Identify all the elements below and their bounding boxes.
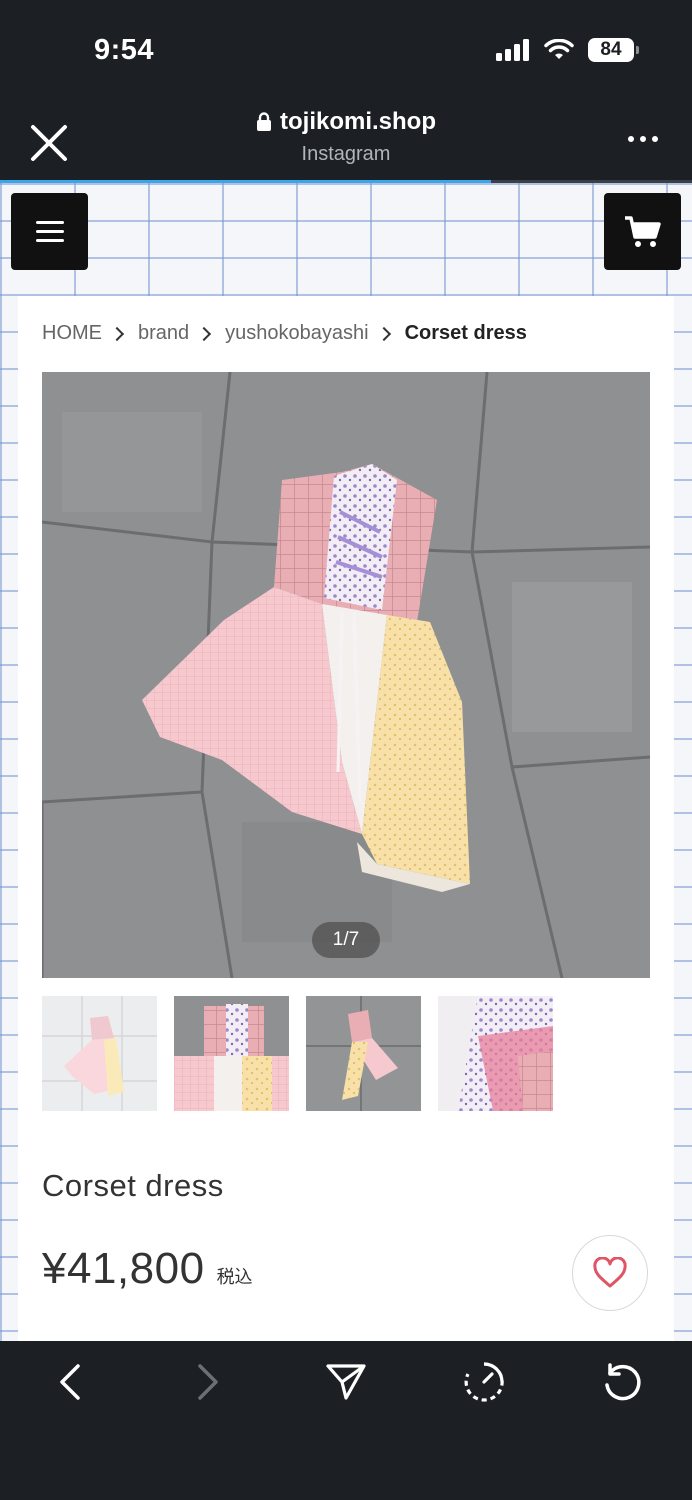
status-bar: 9:54 84 <box>0 0 692 100</box>
tax-label: 税込 <box>216 1267 253 1287</box>
breadcrumb: HOME brand yushokobayashi Corset dress <box>42 322 527 345</box>
product-title: Corset dress <box>42 1168 224 1203</box>
reload-icon <box>605 1363 641 1401</box>
cart-icon <box>624 215 661 247</box>
wifi-icon <box>544 39 574 59</box>
bottom-toolbar <box>0 1341 692 1500</box>
url-source: Instagram <box>301 143 391 165</box>
hamburger-icon <box>35 221 64 224</box>
back-button[interactable] <box>40 1359 100 1405</box>
reload-button[interactable] <box>592 1359 652 1405</box>
product-main-image[interactable]: 1/7 <box>42 372 650 978</box>
send-icon <box>326 1364 366 1400</box>
battery-level: 84 <box>600 39 622 60</box>
chevron-right-icon <box>197 326 212 341</box>
breadcrumb-brand[interactable]: brand <box>138 322 189 345</box>
lock-icon <box>257 112 271 131</box>
share-button[interactable] <box>316 1359 376 1405</box>
more-button[interactable] <box>628 136 658 142</box>
chevron-left-icon <box>60 1364 80 1400</box>
thumbnail-4[interactable] <box>438 996 553 1111</box>
thumbnail-strip <box>42 996 553 1111</box>
breadcrumb-designer[interactable]: yushokobayashi <box>225 322 368 345</box>
timer-button[interactable] <box>454 1359 514 1405</box>
heart-icon <box>593 1257 627 1288</box>
thumbnail-2[interactable] <box>174 996 289 1111</box>
chevron-right-icon <box>198 1364 218 1400</box>
browser-header: tojikomi.shop Instagram <box>0 100 692 180</box>
thumbnail-3[interactable] <box>306 996 421 1111</box>
thumbnail-1[interactable] <box>42 996 157 1111</box>
cart-button[interactable] <box>604 193 681 270</box>
favorite-button[interactable] <box>572 1235 648 1311</box>
timer-icon <box>464 1362 504 1402</box>
signal-icon <box>496 39 529 61</box>
battery-indicator: 84 <box>588 38 639 62</box>
breadcrumb-home[interactable]: HOME <box>42 322 102 345</box>
image-counter: 1/7 <box>312 922 380 958</box>
more-icon <box>628 136 634 142</box>
breadcrumb-current: Corset dress <box>404 322 527 344</box>
url-text: tojikomi.shop <box>280 108 436 135</box>
status-icons: 84 <box>496 38 639 62</box>
product-price: ¥41,800 <box>42 1244 205 1293</box>
chevron-right-icon <box>376 326 391 341</box>
url-block[interactable]: tojikomi.shop Instagram <box>0 108 692 166</box>
product-card: HOME brand yushokobayashi Corset dress 1… <box>18 296 674 1341</box>
status-time: 9:54 <box>94 34 155 66</box>
menu-button[interactable] <box>11 193 88 270</box>
dress-photo <box>42 372 650 978</box>
chevron-right-icon <box>109 326 125 341</box>
forward-button[interactable] <box>178 1359 238 1405</box>
web-page: HOME brand yushokobayashi Corset dress 1… <box>0 183 692 1341</box>
price-row: ¥41,800 税込 <box>42 1244 253 1294</box>
